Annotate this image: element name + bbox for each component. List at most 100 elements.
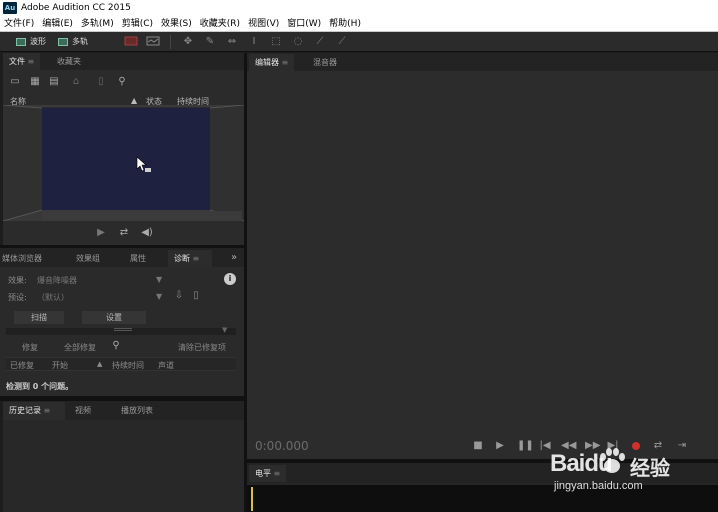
tab-effects-rack[interactable]: 效果组 — [70, 250, 106, 267]
play-icon[interactable]: ▶ — [495, 441, 505, 451]
splitter-arrow-icon: ▼ — [222, 326, 228, 334]
tab-level[interactable]: 电平 ≡ — [249, 465, 287, 482]
tab-menu-icon[interactable]: ≡ — [193, 254, 200, 263]
tab-level-label: 电平 — [255, 469, 271, 478]
multitrack-icon — [58, 37, 68, 46]
horizontal-scrollbar[interactable] — [42, 211, 242, 221]
tab-media-browser[interactable]: 媒体浏览器 — [0, 250, 48, 267]
menu-favorites[interactable]: 收藏夹(R) — [196, 16, 244, 32]
spectral-display-icon[interactable] — [124, 36, 138, 48]
waveform-label: 波形 — [30, 37, 46, 46]
settings-button[interactable]: 设置 — [82, 311, 146, 324]
tab-playlist[interactable]: 播放列表 — [115, 402, 159, 419]
tab-video[interactable]: 视频 — [69, 402, 97, 419]
timecode-display: 0:00.000 — [255, 439, 309, 453]
vertical-divider[interactable] — [244, 53, 247, 512]
column-channel[interactable]: 声道 — [158, 360, 174, 371]
column-duration[interactable]: 持续时间 — [112, 360, 144, 371]
more-panels-icon[interactable]: » — [231, 252, 237, 263]
new-file-icon[interactable]: ▤ — [47, 77, 61, 87]
tab-menu-icon[interactable]: ≡ — [44, 406, 51, 415]
baidu-watermark: Baidu 经验 jingyan.baidu.com — [548, 446, 718, 506]
splitter-grip — [114, 328, 132, 331]
clear-repaired-button[interactable]: 清除已修复项 — [178, 342, 226, 353]
menu-multitrack[interactable]: 多轨(M) — [77, 16, 118, 32]
tab-menu-icon[interactable]: ≡ — [282, 58, 289, 67]
tab-editor-label: 编辑器 — [255, 58, 279, 67]
tab-files-label: 文件 — [9, 57, 25, 66]
search-icon[interactable]: ⚲ — [115, 77, 129, 87]
brush-tool-icon[interactable]: ⟋ — [313, 36, 327, 48]
horizontal-divider-2[interactable] — [0, 396, 244, 401]
files-panel: 文件 ≡ 收藏夹 ▭ ▦ ▤ ⌂ ▯ ⚲ 名称 ▲ 状态 持续时间 ▶ ⇄ ◀) — [3, 53, 244, 245]
editor-panel: 编辑器 ≡ 混音器 0:00.000 ■ ▶ ❚❚ |◀ ◀◀ ▶▶ ▶| ⇄ … — [247, 53, 718, 459]
open-folder-icon[interactable]: ▭ — [9, 77, 21, 87]
effect-dropdown-icon[interactable]: ▼ — [156, 275, 162, 284]
info-icon[interactable]: i — [224, 273, 236, 285]
pause-icon[interactable]: ❚❚ — [517, 441, 534, 451]
multitrack-button[interactable]: 多轨 — [52, 34, 94, 50]
tab-menu-icon[interactable]: ≡ — [274, 469, 281, 478]
tab-files[interactable]: 文件 ≡ — [3, 53, 41, 70]
toolbar: 波形 多轨 ✥ ✎ ⇔ I ⬚ ◌ ⟋ ⟋ — [0, 32, 718, 52]
history-panel: 历史记录 ≡ 视频 播放列表 — [3, 401, 244, 512]
zoom-icon[interactable]: ⚲ — [110, 341, 122, 351]
tab-editor[interactable]: 编辑器 ≡ — [249, 54, 295, 71]
column-start[interactable]: 开始 — [52, 360, 68, 371]
move-tool-icon[interactable]: ✥ — [181, 36, 195, 48]
preset-dropdown-icon[interactable]: ▼ — [156, 292, 162, 301]
menu-effects[interactable]: 效果(S) — [157, 16, 196, 32]
multitrack-label: 多轨 — [72, 37, 88, 46]
watermark-url: jingyan.baidu.com — [554, 480, 643, 492]
waveform-icon — [16, 37, 26, 46]
title-bar: Au Adobe Audition CC 2015 — [0, 0, 718, 16]
sort-icon[interactable]: ▲ — [97, 360, 102, 368]
horizontal-divider-1[interactable] — [0, 245, 244, 248]
menu-view[interactable]: 视图(V) — [244, 16, 283, 32]
save-preset-icon[interactable]: ⇩ — [173, 291, 185, 301]
autoplay-icon[interactable]: ◀) — [139, 228, 155, 238]
menu-file[interactable]: 文件(F) — [0, 16, 38, 32]
tab-history-label: 历史记录 — [9, 406, 41, 415]
column-repaired[interactable]: 已修复 — [10, 360, 34, 371]
tab-mixer[interactable]: 混音器 — [307, 54, 343, 71]
tab-menu-icon[interactable]: ≡ — [28, 57, 35, 66]
menu-window[interactable]: 窗口(W) — [283, 16, 325, 32]
delete-icon[interactable]: ▯ — [95, 77, 107, 87]
tab-favorites[interactable]: 收藏夹 — [51, 53, 87, 70]
effect-label: 效果: — [8, 276, 27, 285]
audition-logo: Au — [3, 2, 17, 14]
tab-history[interactable]: 历史记录 ≡ — [3, 402, 65, 420]
file-drop-area[interactable] — [3, 105, 244, 221]
tab-diagnostics-label: 诊断 — [174, 254, 190, 263]
pitch-display-icon[interactable] — [146, 36, 160, 48]
marquee-tool-icon[interactable]: ⬚ — [269, 36, 283, 48]
stop-icon[interactable]: ■ — [473, 441, 483, 451]
play-icon[interactable]: ▶ — [95, 228, 107, 238]
spot-healing-tool-icon[interactable]: ⟋ — [335, 36, 349, 48]
repair-all-button[interactable]: 全部修复 — [64, 342, 96, 353]
tab-properties[interactable]: 属性 — [124, 250, 152, 267]
watermark-brand: Baidu — [550, 450, 613, 477]
import-icon[interactable]: ▦ — [29, 77, 41, 87]
toolbar-separator — [170, 34, 171, 49]
razor-tool-icon[interactable]: ✎ — [203, 36, 217, 48]
sort-ascending-icon[interactable]: ▲ — [131, 96, 137, 105]
effect-select[interactable]: 爆音降噪器 — [37, 275, 77, 286]
preset-label: 预设: — [8, 293, 27, 302]
preset-select[interactable]: （默认） — [37, 292, 69, 303]
scan-button[interactable]: 扫描 — [14, 311, 64, 324]
tab-diagnostics[interactable]: 诊断 ≡ — [168, 250, 212, 267]
window-title: Adobe Audition CC 2015 — [21, 3, 131, 13]
slip-tool-icon[interactable]: ⇔ — [225, 36, 239, 48]
repair-button[interactable]: 修复 — [22, 342, 38, 353]
menu-help[interactable]: 帮助(H) — [325, 16, 365, 32]
insert-icon[interactable]: ⌂ — [69, 77, 83, 87]
lasso-tool-icon[interactable]: ◌ — [291, 36, 305, 48]
delete-preset-icon[interactable]: ▯ — [191, 291, 201, 301]
loop-icon[interactable]: ⇄ — [117, 228, 131, 238]
menu-edit[interactable]: 编辑(E) — [38, 16, 77, 32]
waveform-button[interactable]: 波形 — [10, 34, 52, 50]
menu-clip[interactable]: 剪辑(C) — [118, 16, 157, 32]
time-selection-tool-icon[interactable]: I — [247, 36, 261, 48]
